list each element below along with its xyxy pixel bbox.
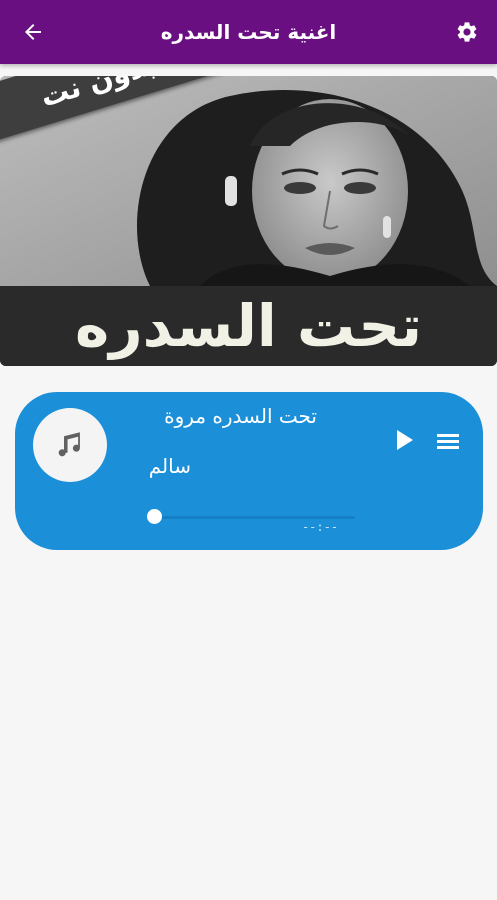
banner-caption-bar: تحت السدره [0,286,497,366]
playlist-menu-button[interactable] [435,430,461,452]
banner-caption: تحت السدره [75,292,422,360]
play-icon [397,430,413,450]
seek-bar-track[interactable] [155,516,355,519]
settings-button[interactable] [451,16,483,48]
audio-player-card: تحت السدره مروة سالم --:-- [15,392,483,550]
song-banner: بدون نت تحت السدره [0,76,497,366]
menu-icon [437,434,459,449]
arrow-left-icon [25,24,41,40]
song-title: تحت السدره مروة [164,404,317,428]
page-title: اغنية تحت السدره [160,20,337,44]
playback-time: --:-- [301,520,339,534]
song-artist: سالم [148,454,191,478]
album-art [33,408,107,482]
seek-bar-thumb[interactable] [147,509,162,524]
gear-icon [457,22,477,42]
play-button[interactable] [393,426,417,454]
app-bar: اغنية تحت السدره [0,0,497,64]
back-button[interactable] [16,16,50,48]
music-note-icon [58,432,80,457]
